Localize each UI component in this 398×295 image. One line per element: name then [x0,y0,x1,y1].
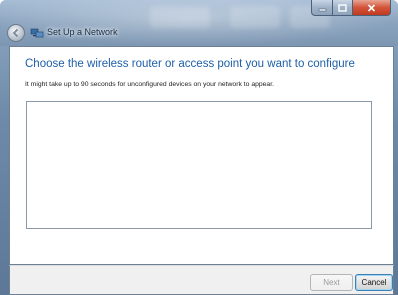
close-icon [367,3,376,12]
next-button-label: Next [323,278,340,287]
maximize-icon [338,3,347,12]
device-list[interactable] [26,101,372,229]
cancel-button[interactable]: Cancel [355,274,393,291]
close-button[interactable] [353,0,391,16]
page-description: It might take up to 90 seconds for uncon… [25,81,274,88]
network-icon [30,28,44,38]
wizard-window: Set Up a Network Choose the wireless rou… [0,0,398,295]
glass-reflection [150,6,210,28]
cancel-button-label: Cancel [361,278,387,287]
back-button[interactable] [7,24,25,42]
glass-reflection [230,6,280,28]
maximize-button[interactable] [333,0,353,16]
title-bar[interactable]: Set Up a Network [0,0,398,46]
minimize-button[interactable] [311,0,333,16]
page-heading: Choose the wireless router or access poi… [25,58,355,70]
next-button[interactable]: Next [310,274,353,291]
window-title: Set Up a Network [47,27,118,37]
minimize-icon [318,8,326,11]
caption-buttons [311,0,391,17]
back-arrow-icon [12,28,19,38]
